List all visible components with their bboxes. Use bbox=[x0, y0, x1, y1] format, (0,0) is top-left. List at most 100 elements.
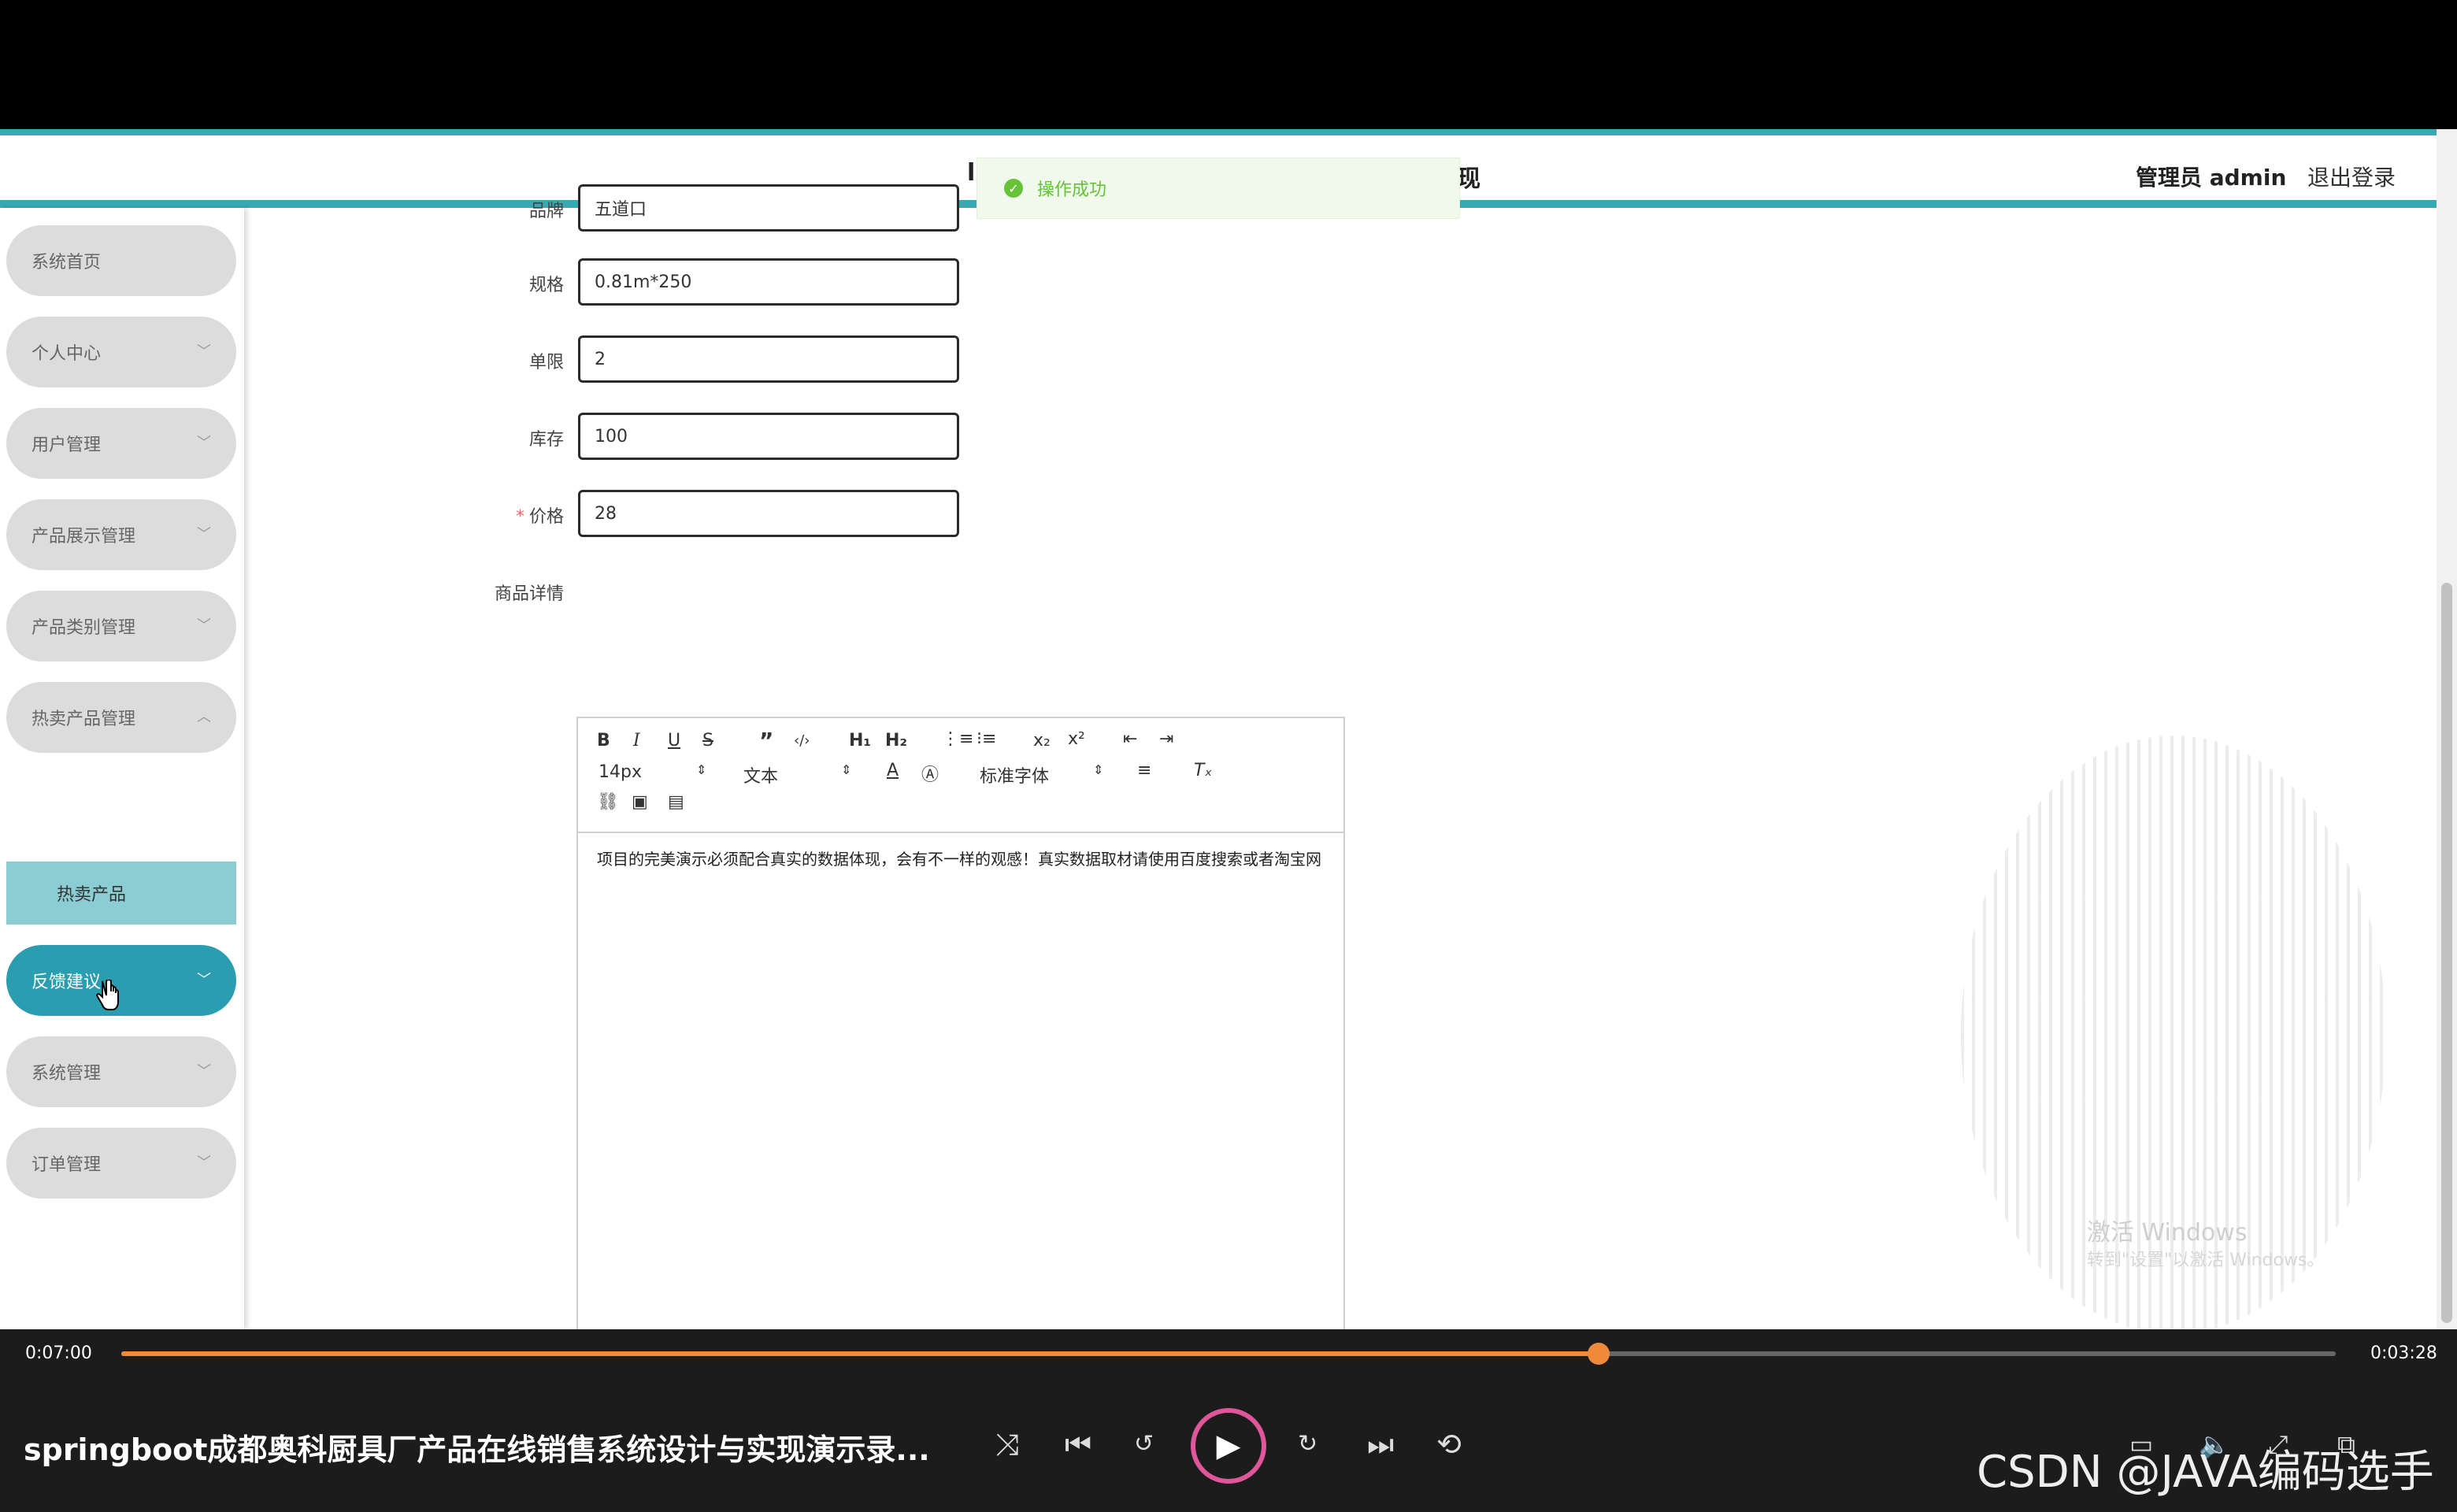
spec-label: 规格 bbox=[528, 276, 564, 295]
select-arrows-icon: ⇕ bbox=[1093, 762, 1104, 777]
admin-user-label: 管理员 admin bbox=[2136, 165, 2287, 191]
background-color-icon[interactable]: Ⓐ bbox=[921, 761, 939, 786]
code-block-icon[interactable]: ‹/› bbox=[794, 732, 810, 749]
align-icon[interactable]: ≡ bbox=[1137, 761, 1151, 780]
success-toast: ✓ 操作成功 bbox=[976, 158, 1460, 219]
video-icon[interactable]: ▤ bbox=[668, 792, 684, 812]
windows-activation-watermark: 激活 Windows bbox=[2087, 1219, 2248, 1247]
italic-icon[interactable]: I bbox=[633, 731, 640, 750]
sidebar-item-user-management[interactable]: 用户管理 ﹀ bbox=[6, 408, 236, 479]
sidebar-item-label: 产品展示管理 bbox=[32, 527, 136, 547]
chevron-down-icon: ﹀ bbox=[197, 526, 211, 543]
app-window: l 现 管理员 admin 退出登录 系统首页 个人中心 ﹀ 用户管理 ﹀ 产品… bbox=[0, 129, 2457, 1329]
ordered-list-icon[interactable]: ⋮≡ bbox=[942, 729, 973, 749]
sidebar: 系统首页 个人中心 ﹀ 用户管理 ﹀ 产品展示管理 ﹀ 产品类别管理 ﹀ 热卖产… bbox=[0, 208, 244, 1329]
logout-link[interactable]: 退出登录 bbox=[2307, 161, 2396, 192]
current-time: 0:07:00 bbox=[25, 1343, 92, 1363]
strike-icon[interactable]: S bbox=[702, 731, 713, 750]
detail-label: 商品详情 bbox=[494, 584, 564, 604]
sidebar-item-order-management[interactable]: 订单管理 ﹀ bbox=[6, 1128, 236, 1199]
sidebar-item-label: 系统首页 bbox=[32, 253, 102, 272]
header-select[interactable]: 文本 bbox=[743, 762, 778, 788]
subscript-icon[interactable]: x₂ bbox=[1033, 731, 1051, 750]
limit-label: 单限 bbox=[528, 353, 564, 372]
font-color-icon[interactable]: A bbox=[887, 761, 899, 780]
select-arrows-icon: ⇕ bbox=[841, 762, 852, 777]
chevron-down-icon: ﹀ bbox=[197, 343, 211, 360]
chevron-down-icon: ﹀ bbox=[197, 435, 211, 451]
spec-input[interactable] bbox=[578, 258, 959, 306]
csdn-watermark: CSDN @JAVA编码选手 bbox=[1977, 1447, 2434, 1498]
chevron-down-icon: ﹀ bbox=[197, 1154, 211, 1171]
blockquote-icon[interactable]: ” bbox=[759, 728, 773, 754]
brand-input[interactable] bbox=[578, 184, 959, 232]
required-mark: * bbox=[515, 507, 524, 527]
rewind-10-icon[interactable]: ↺ bbox=[1134, 1427, 1154, 1462]
price-label: * 价格 bbox=[406, 502, 564, 528]
editor-content[interactable]: 项目的完美演示必须配合真实的数据体现，会有不一样的观感！真实数据取材请使用百度搜… bbox=[597, 847, 1325, 871]
progress-knob[interactable] bbox=[1588, 1343, 1610, 1365]
outdent-icon[interactable]: ⇤ bbox=[1123, 729, 1137, 749]
sidebar-item-label: 个人中心 bbox=[32, 344, 102, 364]
brand-label: 品牌 bbox=[528, 202, 564, 221]
sidebar-item-label: 用户管理 bbox=[32, 435, 102, 455]
video-player-controls: 0:07:00 0:03:28 springboot成都奥科厨具厂产品在线销售系… bbox=[0, 1329, 2457, 1512]
h1-icon[interactable]: H₁ bbox=[849, 731, 871, 750]
sidebar-item-label: 系统管理 bbox=[32, 1064, 102, 1084]
sidebar-item-label: 热卖产品管理 bbox=[32, 710, 136, 729]
sidebar-item-feedback[interactable]: 反馈建议 ﹀ bbox=[6, 945, 236, 1016]
bullet-list-icon[interactable]: ⁝≡ bbox=[976, 729, 996, 749]
sidebar-item-label: 订单管理 bbox=[32, 1155, 102, 1175]
price-input[interactable] bbox=[578, 490, 959, 537]
font-size-select[interactable]: 14px bbox=[598, 762, 642, 782]
editor-toolbar: B I U S ” ‹/› H₁ H₂ ⋮≡ ⁝≡ x₂ x² ⇤ ⇥ 14px… bbox=[578, 718, 1343, 833]
bold-icon[interactable]: B bbox=[597, 731, 610, 750]
repeat-off-icon[interactable]: ⟲ bbox=[1436, 1427, 1462, 1462]
stock-input[interactable] bbox=[578, 413, 959, 460]
check-circle-icon: ✓ bbox=[1004, 179, 1023, 198]
hand-cursor-icon bbox=[96, 980, 119, 1010]
chevron-up-icon: ︿ bbox=[197, 709, 211, 725]
play-icon: ▶ bbox=[1216, 1428, 1241, 1464]
sidebar-item-personal-center[interactable]: 个人中心 ﹀ bbox=[6, 317, 236, 387]
sidebar-item-product-display[interactable]: 产品展示管理 ﹀ bbox=[6, 499, 236, 570]
sidebar-item-product-category[interactable]: 产品类别管理 ﹀ bbox=[6, 591, 236, 662]
select-arrows-icon: ⇕ bbox=[696, 762, 707, 777]
rich-text-editor: B I U S ” ‹/› H₁ H₂ ⋮≡ ⁝≡ x₂ x² ⇤ ⇥ 14px… bbox=[576, 717, 1345, 1329]
play-button[interactable]: ▶ bbox=[1191, 1408, 1266, 1484]
chevron-down-icon: ﹀ bbox=[197, 617, 211, 634]
indent-icon[interactable]: ⇥ bbox=[1159, 729, 1173, 749]
video-letterbox-top bbox=[0, 0, 2457, 129]
sidebar-item-label: 反馈建议 bbox=[32, 973, 102, 992]
underline-icon[interactable]: U bbox=[668, 731, 680, 750]
link-icon[interactable]: ⛓ bbox=[597, 792, 619, 812]
sidebar-item-home[interactable]: 系统首页 bbox=[6, 225, 236, 296]
chevron-down-icon: ﹀ bbox=[197, 1063, 211, 1080]
progress-fill bbox=[121, 1351, 1599, 1356]
video-title: springboot成都奥科厨具厂产品在线销售系统设计与实现演示录... bbox=[24, 1432, 930, 1467]
page-title-fragment-left: l bbox=[967, 159, 976, 187]
sidebar-subitem-hot-product[interactable]: 热卖产品 bbox=[6, 862, 236, 925]
superscript-icon[interactable]: x² bbox=[1068, 729, 1085, 749]
previous-icon[interactable]: ⏮ bbox=[1065, 1427, 1091, 1462]
page-title-fragment-right: 现 bbox=[1457, 165, 1480, 193]
total-time: 0:03:28 bbox=[2370, 1343, 2437, 1363]
image-icon[interactable]: ▣ bbox=[632, 792, 648, 812]
next-icon[interactable]: ⏭ bbox=[1367, 1427, 1394, 1462]
clear-format-icon[interactable]: Tₓ bbox=[1194, 761, 1212, 780]
scrollbar-thumb[interactable] bbox=[2441, 583, 2452, 1323]
limit-input[interactable] bbox=[578, 335, 959, 383]
forward-30-icon[interactable]: ↻ bbox=[1298, 1427, 1317, 1462]
sidebar-item-system-management[interactable]: 系统管理 ﹀ bbox=[6, 1036, 236, 1107]
h2-icon[interactable]: H₂ bbox=[885, 731, 907, 750]
shuffle-icon[interactable]: ⤨ bbox=[995, 1427, 1019, 1462]
header-top-stripe bbox=[0, 129, 2457, 135]
font-family-select[interactable]: 标准字体 bbox=[980, 762, 1049, 788]
stock-label: 库存 bbox=[528, 430, 564, 450]
price-label-text: 价格 bbox=[528, 507, 564, 527]
chevron-down-icon: ﹀ bbox=[197, 972, 211, 988]
sidebar-item-hot-products[interactable]: 热卖产品管理 ︿ bbox=[6, 682, 236, 753]
toast-message: 操作成功 bbox=[1037, 180, 1107, 200]
windows-activation-hint: 转到"设置"以激活 Windows。 bbox=[2087, 1251, 2325, 1270]
sidebar-item-label: 产品类别管理 bbox=[32, 618, 136, 638]
